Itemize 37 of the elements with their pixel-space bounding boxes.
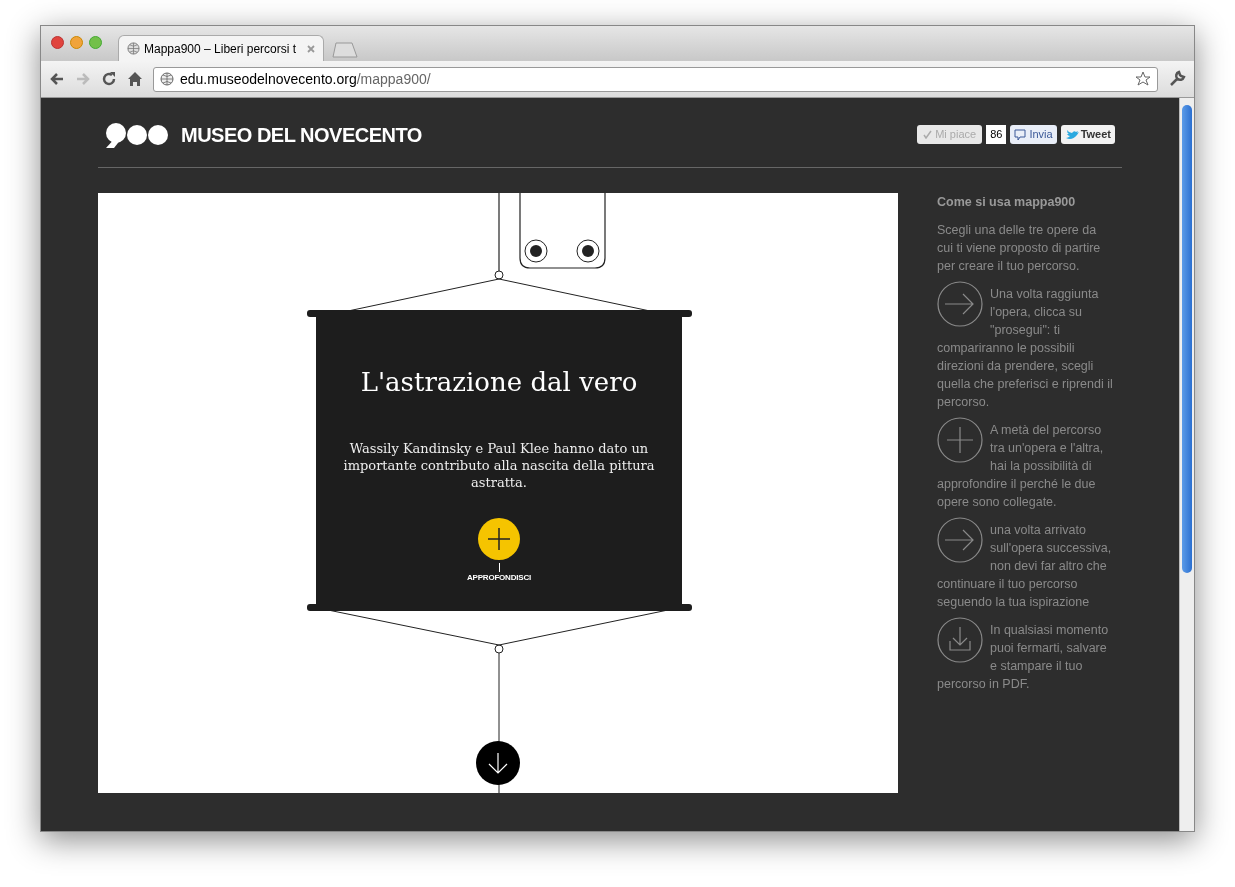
next-button[interactable] [476, 741, 520, 785]
like-count: 86 [986, 125, 1007, 144]
bird-icon [1064, 129, 1079, 140]
tab-title: Mappa900 – Liberi percorsi t [144, 40, 297, 58]
back-icon[interactable] [49, 71, 65, 87]
instruction-text: Una volta raggiunta l'opera, clicca su "prosegui": ti compariranno le possibili direzioni da prendere, scegli quella che preferisci e riprendi il percorso. [937, 285, 1115, 411]
sidebar-heading: Come si usa mappa900 [937, 194, 1077, 211]
instruction-text: una volta arrivato sull'opera successiva, non devi far altro che continuare il tuo percorso seguendo la tua ispirazione [937, 521, 1115, 611]
globe-icon [127, 42, 140, 55]
download-icon [937, 617, 983, 663]
browser-tab[interactable]: Mappa900 – Liberi percorsi t [118, 35, 324, 61]
close-tab-icon[interactable] [307, 44, 315, 53]
instruction-text: Scegli una delle tre opere da cui ti viene proposto di partire per creare il tuo percorso. [937, 222, 1102, 275]
globe-icon [160, 72, 174, 86]
more-label[interactable]: APPROFONDISCI [466, 572, 532, 584]
scrollbar[interactable] [1179, 98, 1194, 831]
panel-title: L'astrazione dal vero [360, 366, 638, 399]
tweet-button[interactable]: Tweet [1060, 125, 1115, 144]
star-icon[interactable] [1135, 71, 1151, 87]
site-title: MUSEO DEL NOVECENTO [181, 122, 422, 148]
speech-bubble-icon [1014, 128, 1027, 141]
url-text: edu.museodelnovecento.org/mappa900/ [180, 69, 431, 89]
instruction-text: In qualsiasi momento puoi fermarti, salvare e stampare il tuo percorso in PDF. [937, 621, 1115, 693]
plus-icon [937, 417, 983, 463]
more-button[interactable] [478, 518, 520, 560]
checkmark-icon [923, 130, 933, 139]
panel-body: Wassily Kandinsky e Paul Klee hanno dato un importante contributo alla nascita della pittura astratta. [342, 440, 656, 491]
reload-icon[interactable] [101, 71, 117, 87]
logo-icon [105, 121, 169, 148]
plus-icon [488, 528, 510, 550]
share-button[interactable]: Invia [1010, 125, 1057, 144]
instruction-text: A metà del percorso tra un'opera e l'altra, hai la possibilità di approfondire il perché le due opere sono collegate. [937, 421, 1115, 511]
address-bar[interactable]: edu.museodelnovecento.org/mappa900/ [153, 66, 1158, 92]
home-icon[interactable] [127, 71, 143, 87]
down-arrow-icon [487, 752, 509, 774]
close-window-icon[interactable] [51, 36, 64, 49]
wrench-icon[interactable] [1168, 70, 1186, 88]
